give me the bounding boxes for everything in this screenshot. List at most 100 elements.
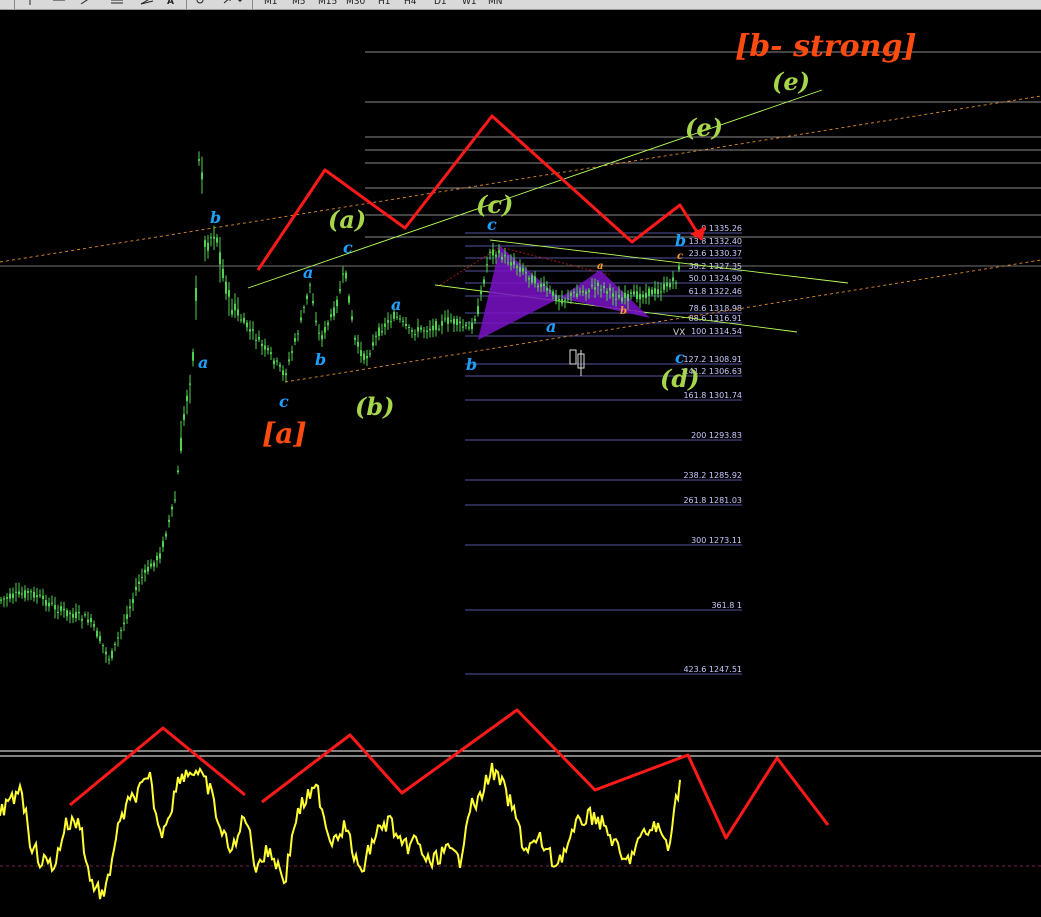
timeframe-mn[interactable]: MN	[488, 0, 503, 9]
oscillator-line	[0, 762, 681, 900]
candle-body	[228, 290, 230, 297]
vx-label: VX	[673, 328, 685, 338]
timeframe-m30[interactable]: M30	[346, 0, 365, 9]
tools-button[interactable]	[194, 0, 206, 9]
candle-body	[627, 294, 629, 301]
candle-body	[327, 322, 329, 326]
price-chart[interactable]: 0 1335.2613.8 1332.4023.6 1330.3738.2 13…	[0, 10, 1041, 917]
candle-body	[84, 614, 86, 616]
candle-body	[567, 298, 569, 300]
candle-body	[612, 293, 614, 297]
wave-label-minor-a: a	[391, 295, 401, 314]
candle-body	[276, 360, 278, 362]
candle-body	[147, 566, 149, 572]
candle-body	[366, 356, 368, 359]
hline-tool-button[interactable]	[52, 0, 66, 9]
fib-level-label: 50.0 1324.90	[689, 274, 742, 283]
candle-body	[666, 282, 668, 287]
candle-body	[75, 612, 77, 618]
candle-body	[63, 608, 65, 611]
candle-body	[618, 295, 620, 298]
candle-body	[555, 294, 557, 302]
wave-label-primary-b-strong: [b- strong]	[735, 29, 917, 64]
candle-body	[105, 651, 107, 655]
candle-body	[450, 320, 452, 322]
candle-body	[309, 284, 311, 286]
wave-label-minor-b: b	[675, 231, 686, 250]
candle-body	[438, 328, 440, 330]
candle-body	[90, 618, 92, 622]
wave-label-intermediate-a: (a)	[328, 205, 366, 234]
candle-body	[300, 317, 302, 321]
candle-body	[240, 319, 242, 321]
candle-body	[291, 351, 293, 353]
candle-body	[69, 612, 71, 615]
candle-body	[165, 533, 167, 537]
fibo-fan-icon	[140, 0, 154, 5]
candle-body	[318, 332, 320, 334]
candle-body	[486, 264, 488, 266]
candle-body	[654, 288, 656, 294]
candle-body	[48, 602, 50, 607]
candle-body	[225, 281, 227, 294]
candle-body	[462, 326, 464, 328]
candle-body	[531, 275, 533, 283]
oscillator-projection-arrows	[69, 708, 830, 840]
candle-body	[378, 327, 380, 336]
cursor-tool-button[interactable]	[24, 0, 36, 9]
fibo-fan-tool-button[interactable]	[140, 0, 154, 9]
candle-body	[570, 293, 572, 296]
fib-level-label: 100 1314.54	[691, 327, 742, 336]
fib-level-label: 200 1293.83	[691, 431, 742, 440]
candle-body	[633, 291, 635, 295]
timeframe-m5[interactable]: M5	[292, 0, 306, 9]
wave-label-minor-a: a	[546, 317, 556, 336]
timeframe-h4[interactable]: H4	[404, 0, 417, 9]
candle-body	[9, 593, 11, 599]
gear-icon	[196, 0, 204, 4]
wave-label-minor-b: b	[210, 208, 221, 227]
candle-body	[54, 604, 56, 610]
candle-body	[207, 242, 209, 251]
candle-body	[150, 563, 152, 567]
candle-body	[588, 290, 590, 293]
timeframe-w1[interactable]: W1	[462, 0, 477, 9]
candle-body	[261, 343, 263, 347]
candle-body	[621, 297, 623, 302]
timeframe-m15[interactable]: M15	[318, 0, 337, 9]
candle-body	[636, 291, 638, 299]
candle-body	[348, 296, 350, 303]
timeframe-d1[interactable]: D1	[434, 0, 447, 9]
candle-body	[282, 370, 284, 376]
trade-markers-icon[interactable]	[569, 349, 585, 376]
candle-body	[51, 602, 53, 604]
candle-body	[651, 289, 653, 295]
candle-body	[498, 250, 500, 254]
candle-body	[21, 593, 23, 595]
fibonacci-tool-button[interactable]	[110, 0, 124, 9]
candle-body	[522, 268, 524, 272]
candle-body	[135, 586, 137, 591]
candle-body	[264, 345, 266, 350]
candle-body	[552, 291, 554, 296]
candle-body	[6, 597, 8, 599]
arrows-dropdown-button[interactable]	[222, 0, 244, 9]
candle-body	[87, 619, 89, 623]
candle-body	[537, 285, 539, 288]
candle-body	[594, 287, 596, 290]
candle-body	[357, 341, 359, 347]
candle-body	[219, 252, 221, 265]
text-tool-button[interactable]: A	[167, 0, 174, 9]
timeframe-h1[interactable]: H1	[378, 0, 391, 9]
wave-label-intermediate-e: (e)	[772, 67, 810, 96]
candle-body	[162, 541, 164, 547]
candle-body	[294, 338, 296, 342]
candle-body	[195, 287, 197, 301]
fib-level-label: 78.6 1318.98	[689, 304, 742, 313]
timeframe-m1[interactable]: M1	[264, 0, 278, 9]
fib-level-label: 13.8 1332.40	[689, 237, 742, 246]
candle-body	[126, 614, 128, 619]
candle-body	[15, 591, 17, 593]
trendline-tool-button[interactable]	[80, 0, 94, 9]
candle-body	[156, 555, 158, 561]
